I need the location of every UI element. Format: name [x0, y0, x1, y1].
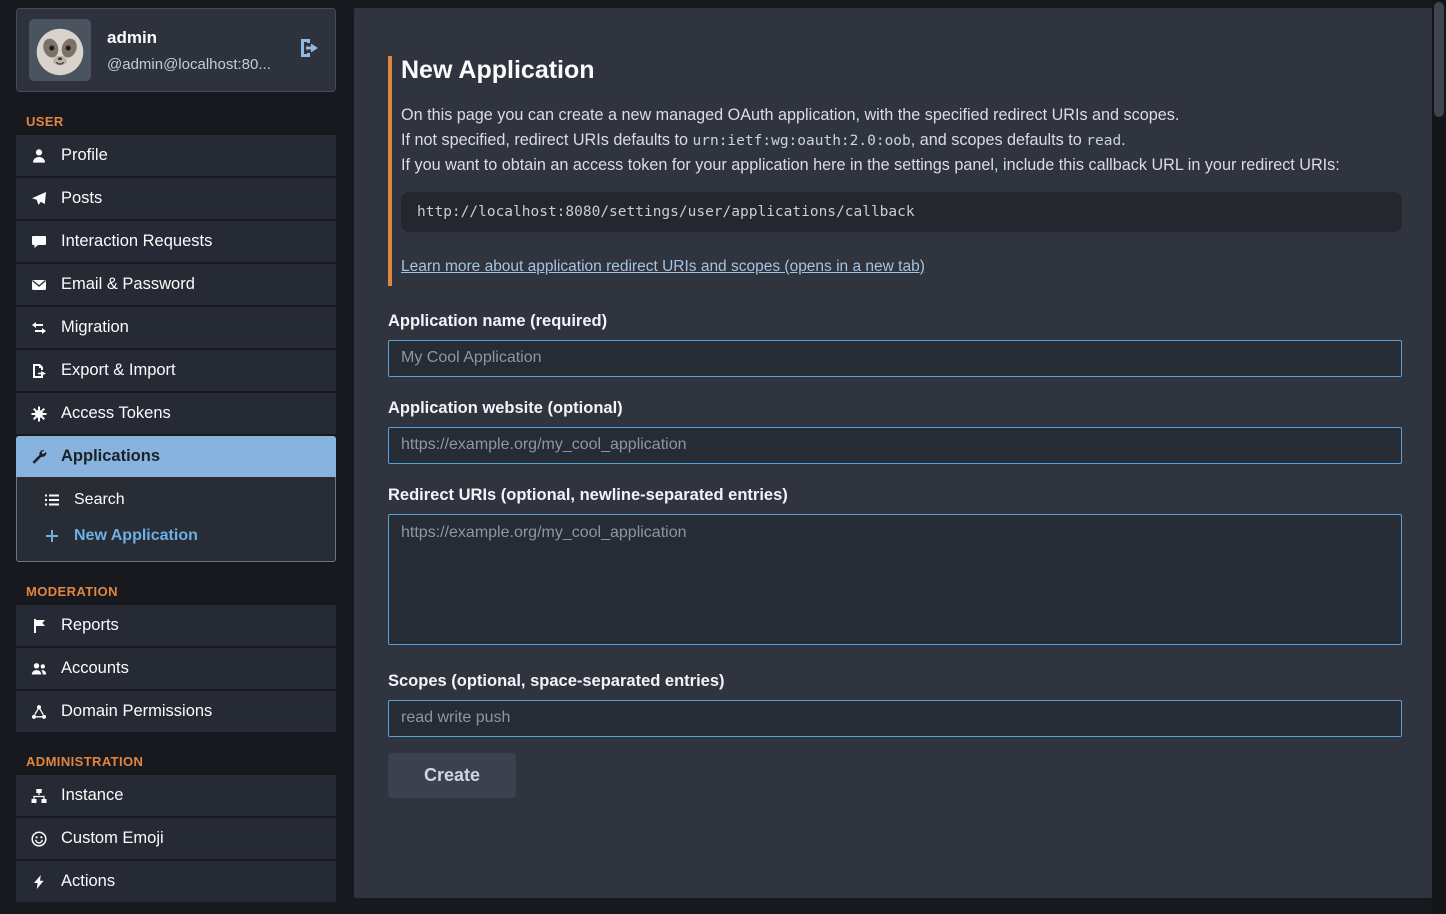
- new-application-form: Application name (required) Application …: [388, 312, 1402, 798]
- sidebar-item-applications[interactable]: Applications: [16, 436, 336, 477]
- sidebar-item-export-import[interactable]: Export & Import: [16, 350, 336, 391]
- username: admin: [107, 28, 281, 48]
- user-icon: [29, 148, 48, 164]
- sidebar-item-instance[interactable]: Instance: [16, 775, 336, 816]
- section-header-administration: ADMINISTRATION: [26, 754, 336, 769]
- sidebar-item-label: Posts: [61, 189, 102, 208]
- sidebar-item-accounts[interactable]: Accounts: [16, 648, 336, 689]
- sidebar-item-label: Search: [74, 491, 125, 509]
- tools-icon: [29, 449, 48, 465]
- smiley-icon: [29, 831, 48, 847]
- sidebar-item-posts[interactable]: Posts: [16, 178, 336, 219]
- page-scrollbar[interactable]: [1432, 0, 1446, 914]
- sloth-avatar: [29, 19, 91, 81]
- sidebar-item-label: Instance: [61, 786, 123, 805]
- circle-nodes-icon: [29, 704, 48, 720]
- sidebar-item-label: Email & Password: [61, 275, 195, 294]
- application-website-input[interactable]: [388, 427, 1402, 464]
- applications-submenu: Search New Application: [16, 477, 336, 562]
- sidebar-item-label: Accounts: [61, 659, 129, 678]
- application-name-label: Application name (required): [388, 312, 1402, 331]
- intro-block: New Application On this page you can cre…: [388, 56, 1402, 286]
- sitemap-icon: [29, 788, 48, 804]
- section-header-user: USER: [26, 114, 336, 129]
- sidebar-item-label: Reports: [61, 616, 119, 635]
- oob-code: urn:ietf:wg:oauth:2.0:oob: [693, 133, 911, 149]
- sidebar-item-migration[interactable]: Migration: [16, 307, 336, 348]
- sidebar-item-label: Domain Permissions: [61, 702, 212, 721]
- sign-out-icon[interactable]: [297, 36, 323, 65]
- settings-sidebar: admin @admin@localhost:80... USER Profil…: [0, 0, 354, 914]
- sidebar-item-actions[interactable]: Actions: [16, 861, 336, 902]
- token-seal-icon: [29, 406, 48, 422]
- envelope-icon: [29, 277, 48, 293]
- sidebar-item-label: Access Tokens: [61, 404, 171, 423]
- sidebar-item-reports[interactable]: Reports: [16, 605, 336, 646]
- user-handle: @admin@localhost:80...: [107, 56, 281, 73]
- sidebar-item-label: Actions: [61, 872, 115, 891]
- sidebar-item-new-application[interactable]: New Application: [17, 518, 335, 554]
- redirect-uris-textarea[interactable]: [388, 514, 1402, 645]
- sidebar-item-label: New Application: [74, 527, 198, 545]
- main-area: New Application On this page you can cre…: [354, 0, 1446, 914]
- comment-icon: [29, 234, 48, 250]
- scrollbar-thumb[interactable]: [1434, 2, 1444, 117]
- sidebar-item-interaction-requests[interactable]: Interaction Requests: [16, 221, 336, 262]
- page-title: New Application: [401, 56, 1402, 85]
- list-icon: [42, 492, 61, 508]
- sidebar-item-access-tokens[interactable]: Access Tokens: [16, 393, 336, 434]
- sidebar-item-label: Migration: [61, 318, 129, 337]
- settings-panel: New Application On this page you can cre…: [354, 8, 1432, 898]
- user-card[interactable]: admin @admin@localhost:80...: [16, 8, 336, 92]
- sidebar-item-custom-emoji[interactable]: Custom Emoji: [16, 818, 336, 859]
- sidebar-item-domain-permissions[interactable]: Domain Permissions: [16, 691, 336, 732]
- sidebar-item-applications-search[interactable]: Search: [17, 482, 335, 518]
- users-icon: [29, 661, 48, 677]
- sidebar-item-label: Profile: [61, 146, 108, 165]
- application-name-input[interactable]: [388, 340, 1402, 377]
- sidebar-item-email-password[interactable]: Email & Password: [16, 264, 336, 305]
- application-website-label: Application website (optional): [388, 399, 1402, 418]
- sidebar-item-profile[interactable]: Profile: [16, 135, 336, 176]
- plus-icon: [42, 528, 61, 544]
- sidebar-item-label: Export & Import: [61, 361, 176, 380]
- section-header-moderation: MODERATION: [26, 584, 336, 599]
- arrows-left-right-icon: [29, 320, 48, 336]
- learn-more-link[interactable]: Learn more about application redirect UR…: [401, 258, 925, 276]
- callback-url-code-block: http://localhost:8080/settings/user/appl…: [401, 192, 1402, 232]
- bolt-icon: [29, 874, 48, 890]
- scopes-label: Scopes (optional, space-separated entrie…: [388, 672, 1402, 691]
- sidebar-item-label: Interaction Requests: [61, 232, 212, 251]
- intro-paragraph: On this page you can create a new manage…: [401, 103, 1402, 178]
- scopes-input[interactable]: [388, 700, 1402, 737]
- sidebar-item-label: Custom Emoji: [61, 829, 164, 848]
- read-code: read: [1086, 133, 1121, 149]
- create-button[interactable]: Create: [388, 753, 516, 798]
- flag-icon: [29, 618, 48, 634]
- paper-plane-icon: [29, 191, 48, 207]
- sidebar-item-label: Applications: [61, 447, 160, 466]
- redirect-uris-label: Redirect URIs (optional, newline-separat…: [388, 486, 1402, 505]
- file-export-icon: [29, 363, 48, 379]
